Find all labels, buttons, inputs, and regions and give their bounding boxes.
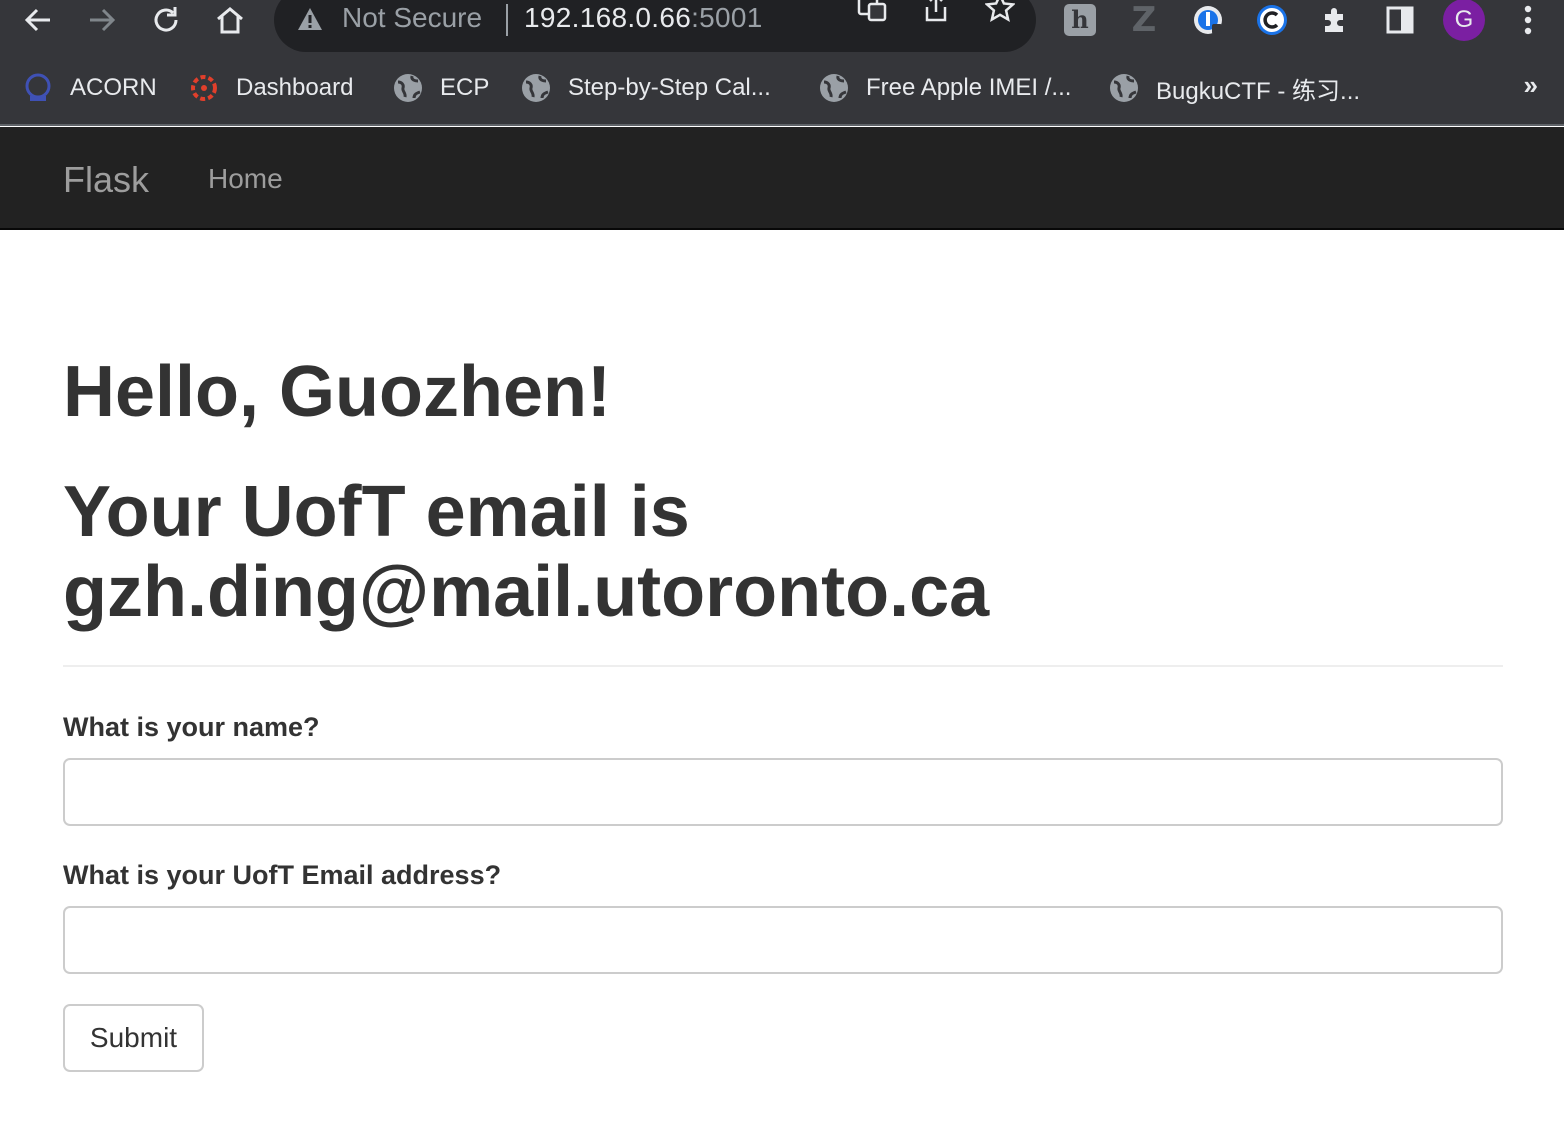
c-extension-icon[interactable] bbox=[1254, 0, 1290, 40]
email-field-label: What is your UofT Email address? bbox=[63, 860, 502, 890]
greeting-heading: Hello, Guozhen! bbox=[63, 352, 611, 432]
translate-icon[interactable] bbox=[854, 0, 890, 28]
url-text[interactable]: 192.168.0.66:5001 bbox=[524, 2, 763, 34]
bookmark-label: ACORN bbox=[70, 74, 157, 101]
dashboard-icon bbox=[188, 72, 220, 104]
back-arrow-icon[interactable] bbox=[20, 0, 56, 40]
email-input[interactable] bbox=[63, 906, 1503, 974]
side-panel-icon[interactable] bbox=[1382, 0, 1418, 40]
address-bar[interactable]: Not Secure 192.168.0.66:5001 bbox=[274, 0, 1036, 52]
bookmark-label: Free Apple IMEI /... bbox=[866, 74, 1072, 101]
globe-icon bbox=[520, 72, 552, 104]
url-host: 192.168.0.66 bbox=[524, 2, 692, 33]
bookmark-star-icon[interactable] bbox=[982, 0, 1018, 28]
browser-toolbar: Not Secure 192.168.0.66:5001 h Z G bbox=[0, 0, 1564, 56]
bookmark-label: Step-by-Step Cal... bbox=[568, 74, 771, 101]
submit-button[interactable]: Submit bbox=[63, 1004, 204, 1072]
home-icon[interactable] bbox=[212, 0, 248, 40]
bookmark-step-by-step[interactable]: Step-by-Step Cal... bbox=[520, 68, 771, 108]
bookmark-bugkuctf[interactable]: BugkuCTF - 练习... bbox=[1108, 68, 1360, 108]
profile-initial: G bbox=[1443, 0, 1485, 41]
globe-icon bbox=[1108, 72, 1140, 104]
address-separator bbox=[506, 4, 508, 36]
name-field-label: What is your name? bbox=[63, 712, 320, 742]
password-manager-icon[interactable] bbox=[1190, 0, 1226, 40]
zotero-extension-icon[interactable]: Z bbox=[1126, 0, 1162, 40]
globe-icon bbox=[392, 72, 424, 104]
url-port: :5001 bbox=[691, 2, 763, 33]
bookmarks-bar: ACORN Dashboard ECP Step-by-Step Cal... … bbox=[0, 56, 1564, 126]
bookmark-acorn[interactable]: ACORN bbox=[22, 68, 157, 108]
honey-extension-icon[interactable]: h bbox=[1062, 0, 1098, 40]
bookmarks-overflow-icon[interactable]: » bbox=[1524, 70, 1538, 101]
profile-avatar[interactable]: G bbox=[1442, 0, 1486, 41]
kebab-menu-icon[interactable] bbox=[1512, 0, 1544, 40]
navbar-brand[interactable]: Flask bbox=[63, 159, 149, 201]
email-heading: Your UofT email is gzh.ding@mail.utoront… bbox=[63, 472, 990, 632]
nav-link-home[interactable]: Home bbox=[208, 163, 283, 195]
reload-icon[interactable] bbox=[148, 0, 184, 40]
bookmark-label: ECP bbox=[440, 74, 490, 101]
header-divider bbox=[63, 665, 1503, 667]
bookmark-free-apple-imei[interactable]: Free Apple IMEI /... bbox=[818, 68, 1071, 108]
bookmark-dashboard[interactable]: Dashboard bbox=[188, 68, 353, 108]
acorn-icon bbox=[22, 72, 54, 104]
site-navbar: Flask Home bbox=[0, 127, 1564, 230]
bookmark-ecp[interactable]: ECP bbox=[392, 68, 489, 108]
warning-icon[interactable] bbox=[296, 6, 326, 38]
name-input[interactable] bbox=[63, 758, 1503, 826]
security-label[interactable]: Not Secure bbox=[342, 2, 482, 34]
bookmark-label: Dashboard bbox=[236, 74, 354, 101]
extensions-puzzle-icon[interactable] bbox=[1318, 0, 1354, 40]
globe-icon bbox=[818, 72, 850, 104]
bookmark-label: BugkuCTF - 练习... bbox=[1156, 77, 1361, 105]
forward-arrow-icon[interactable] bbox=[84, 0, 120, 40]
share-icon[interactable] bbox=[918, 0, 954, 28]
